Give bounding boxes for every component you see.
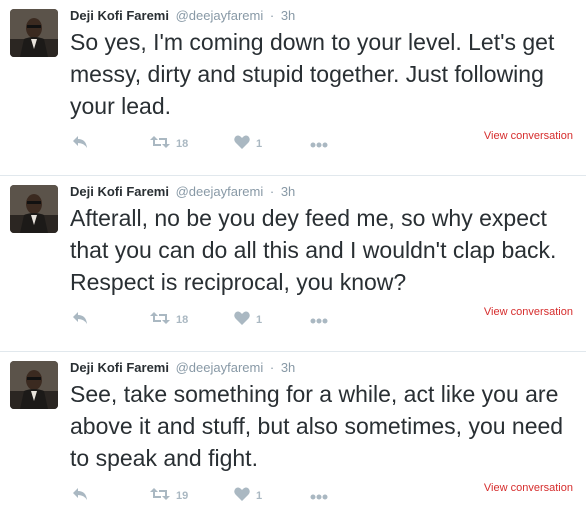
retweet-icon <box>150 311 170 330</box>
retweet-button[interactable]: 19 <box>150 486 188 506</box>
more-icon <box>310 487 328 505</box>
retweet-button[interactable]: 18 <box>150 134 188 154</box>
retweet-count: 18 <box>176 314 189 326</box>
more-button[interactable] <box>310 310 328 330</box>
author-username[interactable]: @deejayfaremi <box>176 184 264 199</box>
reply-button[interactable] <box>72 134 88 154</box>
reply-icon <box>72 487 88 506</box>
heart-icon <box>234 311 250 330</box>
retweet-icon <box>150 487 170 506</box>
tweet-actions: 18 1 <box>70 310 370 330</box>
tweet-header: Deji Kofi Faremi @deejayfaremi · 3h <box>70 8 295 23</box>
reply-button[interactable] <box>72 486 88 506</box>
more-icon <box>310 135 328 153</box>
like-count: 1 <box>256 138 263 150</box>
view-conversation-link[interactable]: View conversation <box>484 306 573 318</box>
tweet-header: Deji Kofi Faremi @deejayfaremi · 3h <box>70 184 295 199</box>
author-name[interactable]: Deji Kofi Faremi <box>70 8 169 23</box>
author-username[interactable]: @deejayfaremi <box>176 8 264 23</box>
view-conversation-link[interactable]: View conversation <box>484 482 573 494</box>
reply-icon <box>72 311 88 330</box>
tweet-timeline: Deji Kofi Faremi @deejayfaremi · 3h So y… <box>0 0 586 528</box>
separator: · <box>269 360 275 375</box>
tweet-text: So yes, I'm coming down to your level. L… <box>70 29 555 119</box>
author-name[interactable]: Deji Kofi Faremi <box>70 360 169 375</box>
tweet-actions: 18 1 <box>70 134 370 154</box>
tweet-actions: 19 1 <box>70 486 370 506</box>
retweet-count: 19 <box>176 490 189 502</box>
view-conversation-link[interactable]: View conversation <box>484 130 573 142</box>
tweet-text: See, take something for a while, act lik… <box>70 381 564 471</box>
heart-icon <box>234 487 250 506</box>
like-button[interactable]: 1 <box>234 134 262 154</box>
like-count: 1 <box>256 314 263 326</box>
timestamp[interactable]: 3h <box>281 8 295 23</box>
more-icon <box>310 311 328 329</box>
timestamp[interactable]: 3h <box>281 184 295 199</box>
reply-button[interactable] <box>72 310 88 330</box>
more-button[interactable] <box>310 134 328 154</box>
reply-icon <box>72 135 88 154</box>
like-count: 1 <box>256 490 263 502</box>
separator: · <box>269 184 275 199</box>
avatar[interactable] <box>10 9 58 57</box>
like-button[interactable]: 1 <box>234 486 262 506</box>
tweet[interactable]: Deji Kofi Faremi @deejayfaremi · 3h See,… <box>0 352 586 528</box>
tweet[interactable]: Deji Kofi Faremi @deejayfaremi · 3h Afte… <box>0 176 586 352</box>
more-button[interactable] <box>310 486 328 506</box>
like-button[interactable]: 1 <box>234 310 262 330</box>
avatar[interactable] <box>10 185 58 233</box>
tweet-header: Deji Kofi Faremi @deejayfaremi · 3h <box>70 360 295 375</box>
separator: · <box>269 8 275 23</box>
timestamp[interactable]: 3h <box>281 360 295 375</box>
tweet-text: Afterall, no be you dey feed me, so why … <box>70 205 557 295</box>
author-username[interactable]: @deejayfaremi <box>176 360 264 375</box>
avatar[interactable] <box>10 361 58 409</box>
retweet-count: 18 <box>176 138 189 150</box>
author-name[interactable]: Deji Kofi Faremi <box>70 184 169 199</box>
tweet[interactable]: Deji Kofi Faremi @deejayfaremi · 3h So y… <box>0 0 586 176</box>
retweet-icon <box>150 135 170 154</box>
retweet-button[interactable]: 18 <box>150 310 188 330</box>
heart-icon <box>234 135 250 154</box>
